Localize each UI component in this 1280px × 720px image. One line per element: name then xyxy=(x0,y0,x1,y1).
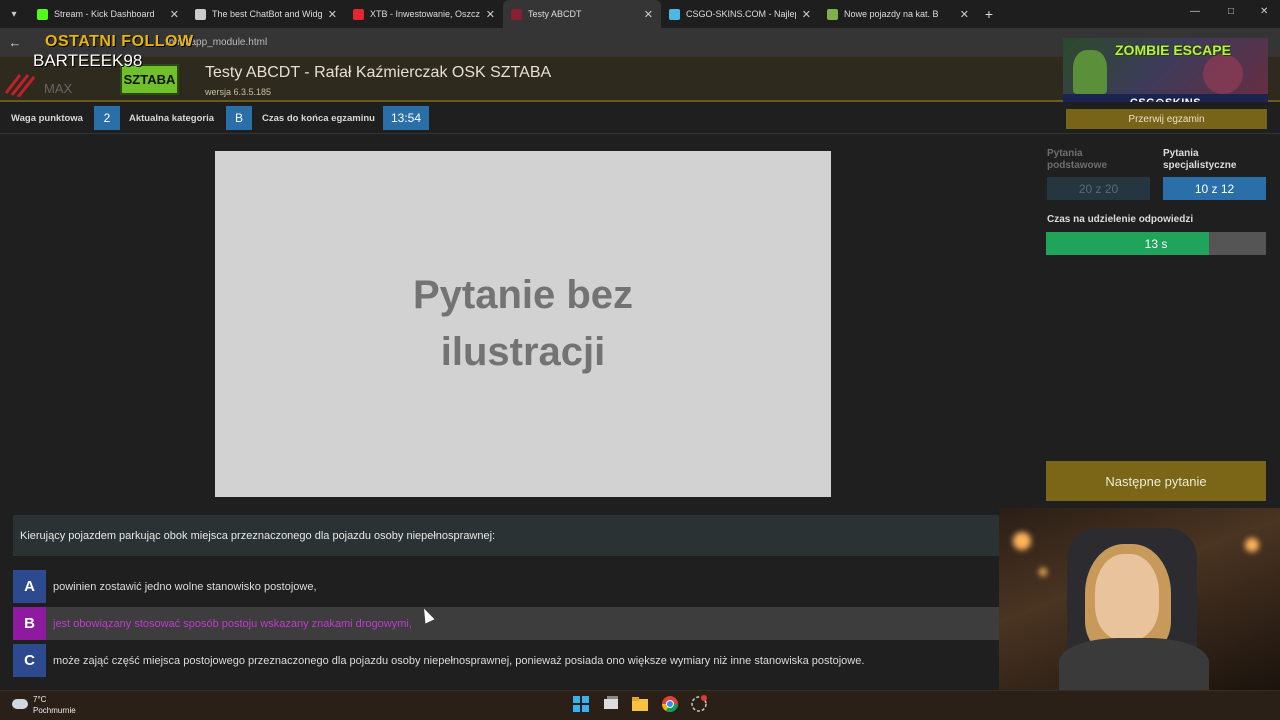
tab-close-icon[interactable]: ✕ xyxy=(486,8,495,21)
screen: ▾ Stream - Kick Dashboard ✕ The best ChatB… xyxy=(0,0,1280,720)
tab-label: Testy ABCDT xyxy=(528,9,582,19)
answer-text: powinien zostawić jedno wolne stanowisko… xyxy=(53,580,317,593)
tab-favicon-icon xyxy=(827,8,838,20)
tab-label: The best ChatBot and Widgets xyxy=(212,9,322,19)
answer-letter: C xyxy=(13,644,46,677)
streamer-body xyxy=(1059,638,1209,690)
task-view-icon[interactable] xyxy=(602,695,620,713)
category-value: B xyxy=(226,106,252,130)
tab-favicon-icon xyxy=(37,8,48,20)
page-title: Testy ABCDT - Rafał Kaźmierczak OSK SZTA… xyxy=(205,64,552,81)
special-questions-label: Pytania specjalistyczne xyxy=(1163,148,1236,172)
question-illustration: Pytanie bez ilustracji xyxy=(215,151,831,497)
basic-label-line1: Pytania xyxy=(1047,148,1083,159)
tab-close-icon[interactable]: ✕ xyxy=(328,8,337,21)
browser-tab[interactable]: CSGO-SKINS.COM - Najlepsze ✕ xyxy=(661,0,819,28)
browser-tab[interactable]: Testy ABCDT ✕ xyxy=(503,0,661,28)
tab-close-icon[interactable]: ✕ xyxy=(802,8,811,21)
tab-label: CSGO-SKINS.COM - Najlepsze xyxy=(686,9,796,19)
tab-label: XTB - Inwestowanie, Oszczędn xyxy=(370,9,480,19)
promo-decoration xyxy=(1203,54,1243,94)
windows-start-icon[interactable] xyxy=(572,695,590,713)
answer-text: może zająć część miejsca postojowego prz… xyxy=(53,654,865,667)
basic-questions-label: Pytania podstawowe xyxy=(1047,148,1107,172)
answer-option-b[interactable]: Bjest obowiązany stosować sposób postoju… xyxy=(13,607,999,640)
app-version: wersja 6.3.5.185 xyxy=(205,87,272,97)
tab-search-button[interactable]: ▾ xyxy=(3,3,25,25)
last-follow-label: OSTATNI FOLLOW xyxy=(45,33,194,50)
close-window-icon[interactable]: ✕ xyxy=(1260,6,1268,17)
lamp-light xyxy=(1039,568,1047,576)
tab-close-icon[interactable]: ✕ xyxy=(170,8,179,21)
question-text: Kierujący pojazdem parkując obok miejsca… xyxy=(13,515,999,556)
tab-favicon-icon xyxy=(195,8,206,20)
weight-value: 2 xyxy=(94,106,120,130)
tab-favicon-icon xyxy=(669,8,680,20)
chrome-icon[interactable] xyxy=(661,695,679,713)
tab-close-icon[interactable]: ✕ xyxy=(960,8,969,21)
answer-letter: B xyxy=(13,607,46,640)
basic-label-line2: podstawowe xyxy=(1047,160,1108,171)
last-follower-name: BARTEEEK98 xyxy=(33,51,143,70)
weather-temperature: 7°C xyxy=(33,695,47,704)
app-icon[interactable] xyxy=(690,695,708,713)
back-arrow-icon[interactable]: ← xyxy=(4,35,26,50)
weather-description: Pochmurnie xyxy=(33,706,76,715)
lamp-light xyxy=(1245,538,1259,552)
answer-time-label: Czas na udzielenie odpowiedzi xyxy=(1047,214,1194,225)
tab-strip: Stream - Kick Dashboard ✕ The best ChatBot… xyxy=(29,0,977,28)
file-explorer-icon[interactable] xyxy=(631,695,649,713)
minimize-icon[interactable]: — xyxy=(1190,6,1200,17)
tab-close-icon[interactable]: ✕ xyxy=(644,8,653,21)
time-left-label: Czas do końca egzaminu xyxy=(262,113,375,124)
webcam-feed xyxy=(999,508,1280,690)
tab-label: Nowe pojazdy na kat. B xyxy=(844,9,939,19)
category-label: Aktualna kategoria xyxy=(129,113,214,124)
no-illustration-text: Pytanie bez ilustracji xyxy=(412,273,634,374)
browser-tab[interactable]: The best ChatBot and Widgets ✕ xyxy=(187,0,345,28)
lamp-light xyxy=(1013,532,1031,550)
answer-letter: A xyxy=(13,570,46,603)
promo-title: ZOMBIE ESCAPE xyxy=(1115,42,1231,58)
next-question-button[interactable]: Następne pytanie xyxy=(1046,461,1266,501)
special-label-line2: specjalistyczne xyxy=(1163,160,1237,171)
browser-tab[interactable]: Stream - Kick Dashboard ✕ xyxy=(29,0,187,28)
tab-favicon-icon xyxy=(511,8,522,20)
time-left-value: 13:54 xyxy=(383,106,429,130)
answer-text: jest obowiązany stosować sposób postoju … xyxy=(53,617,412,630)
svg-text:MAX: MAX xyxy=(44,81,73,96)
special-label-line1: Pytania xyxy=(1163,148,1199,159)
answer-option-c[interactable]: Cmoże zająć część miejsca postojowego pr… xyxy=(13,644,999,677)
answer-option-a[interactable]: Apowinien zostawić jedno wolne stanowisk… xyxy=(13,570,999,603)
special-questions-count: 10 z 12 xyxy=(1163,177,1266,200)
weight-label: Waga punktowa xyxy=(11,113,83,124)
browser-tab[interactable]: XTB - Inwestowanie, Oszczędn ✕ xyxy=(345,0,503,28)
streamer-face xyxy=(1095,554,1159,640)
answer-timer-bar: 13 s xyxy=(1046,232,1266,255)
maximize-icon[interactable]: □ xyxy=(1228,6,1234,17)
answer-timer-value: 13 s xyxy=(1144,236,1168,251)
cloud-icon xyxy=(12,699,28,709)
abort-exam-button[interactable]: Przerwij egzamin xyxy=(1066,109,1267,129)
browser-tab-bar: ▾ Stream - Kick Dashboard ✕ The best ChatB… xyxy=(0,0,1280,28)
tab-favicon-icon xyxy=(353,8,364,20)
basic-questions-count: 20 z 20 xyxy=(1047,177,1150,200)
zombie-figure-icon xyxy=(1073,50,1107,94)
tab-label: Stream - Kick Dashboard xyxy=(54,9,155,19)
new-tab-button[interactable]: + xyxy=(977,6,1001,22)
browser-tab[interactable]: Nowe pojazdy na kat. B ✕ xyxy=(819,0,977,28)
promo-banner: ZOMBIE ESCAPE CSG⊙SKINS xyxy=(1063,38,1268,111)
